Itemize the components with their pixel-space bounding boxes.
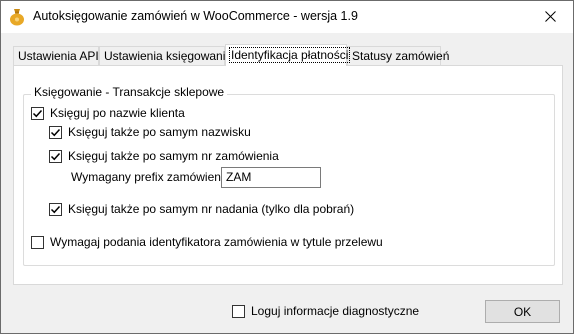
log-diagnostics-option[interactable]: Loguj informacje diagnostyczne: [232, 304, 419, 318]
tab-label: Identyfikacja płatności: [228, 47, 351, 63]
log-diagnostics-label: Loguj informacje diagnostyczne: [251, 304, 420, 318]
ok-button-label: OK: [513, 304, 532, 319]
tab-label: Ustawienia API: [18, 49, 99, 63]
prefix-input[interactable]: ZAM: [221, 167, 321, 188]
checkbox[interactable]: [31, 235, 44, 249]
tab-label: Statusy zamówień: [352, 49, 450, 63]
option-by-order-number[interactable]: Księguj także po samym nr zamówienia: [49, 149, 279, 163]
tab-label: Ustawienia księgowania: [104, 49, 233, 63]
tab-order-statuses[interactable]: Statusy zamówień: [347, 46, 449, 66]
ok-button[interactable]: OK: [485, 300, 560, 323]
bag-icon: [9, 8, 25, 26]
option-label: Księguj także po samym nr nadania (tylko…: [68, 202, 355, 216]
option-label: Księguj po nazwie klienta: [50, 106, 185, 120]
option-label: Księguj także po samym nr zamówienia: [68, 149, 279, 163]
checkbox[interactable]: [232, 304, 245, 318]
close-icon[interactable]: [527, 1, 573, 32]
tab-booking-settings[interactable]: Ustawienia księgowania: [99, 46, 232, 66]
tab-api-settings[interactable]: Ustawienia API: [13, 46, 99, 66]
group-title: Księgowanie - Transakcje sklepowe: [31, 85, 228, 99]
title-bar[interactable]: Autoksięgowanie zamówień w WooCommerce -…: [1, 1, 573, 33]
option-by-shipment-number[interactable]: Księguj także po samym nr nadania (tylko…: [49, 202, 354, 216]
option-label: Wymagaj podania identyfikatora zamówieni…: [50, 235, 383, 249]
prefix-label: Wymagany prefix zamówienia:: [71, 170, 234, 184]
dialog-window: Autoksięgowanie zamówień w WooCommerce -…: [0, 0, 574, 334]
tab-payment-identification[interactable]: Identyfikacja płatności: [225, 44, 351, 66]
option-by-customer-name[interactable]: Księguj po nazwie klienta: [31, 106, 185, 120]
checkbox[interactable]: [49, 125, 62, 139]
option-by-surname[interactable]: Księguj także po samym nazwisku: [49, 125, 251, 139]
checkbox[interactable]: [49, 149, 62, 163]
option-label: Księguj także po samym nazwisku: [68, 125, 251, 139]
window-title: Autoksięgowanie zamówień w WooCommerce -…: [33, 9, 358, 23]
checkbox[interactable]: [49, 202, 62, 216]
checkbox[interactable]: [31, 106, 44, 120]
option-require-order-id[interactable]: Wymagaj podania identyfikatora zamówieni…: [31, 235, 383, 249]
